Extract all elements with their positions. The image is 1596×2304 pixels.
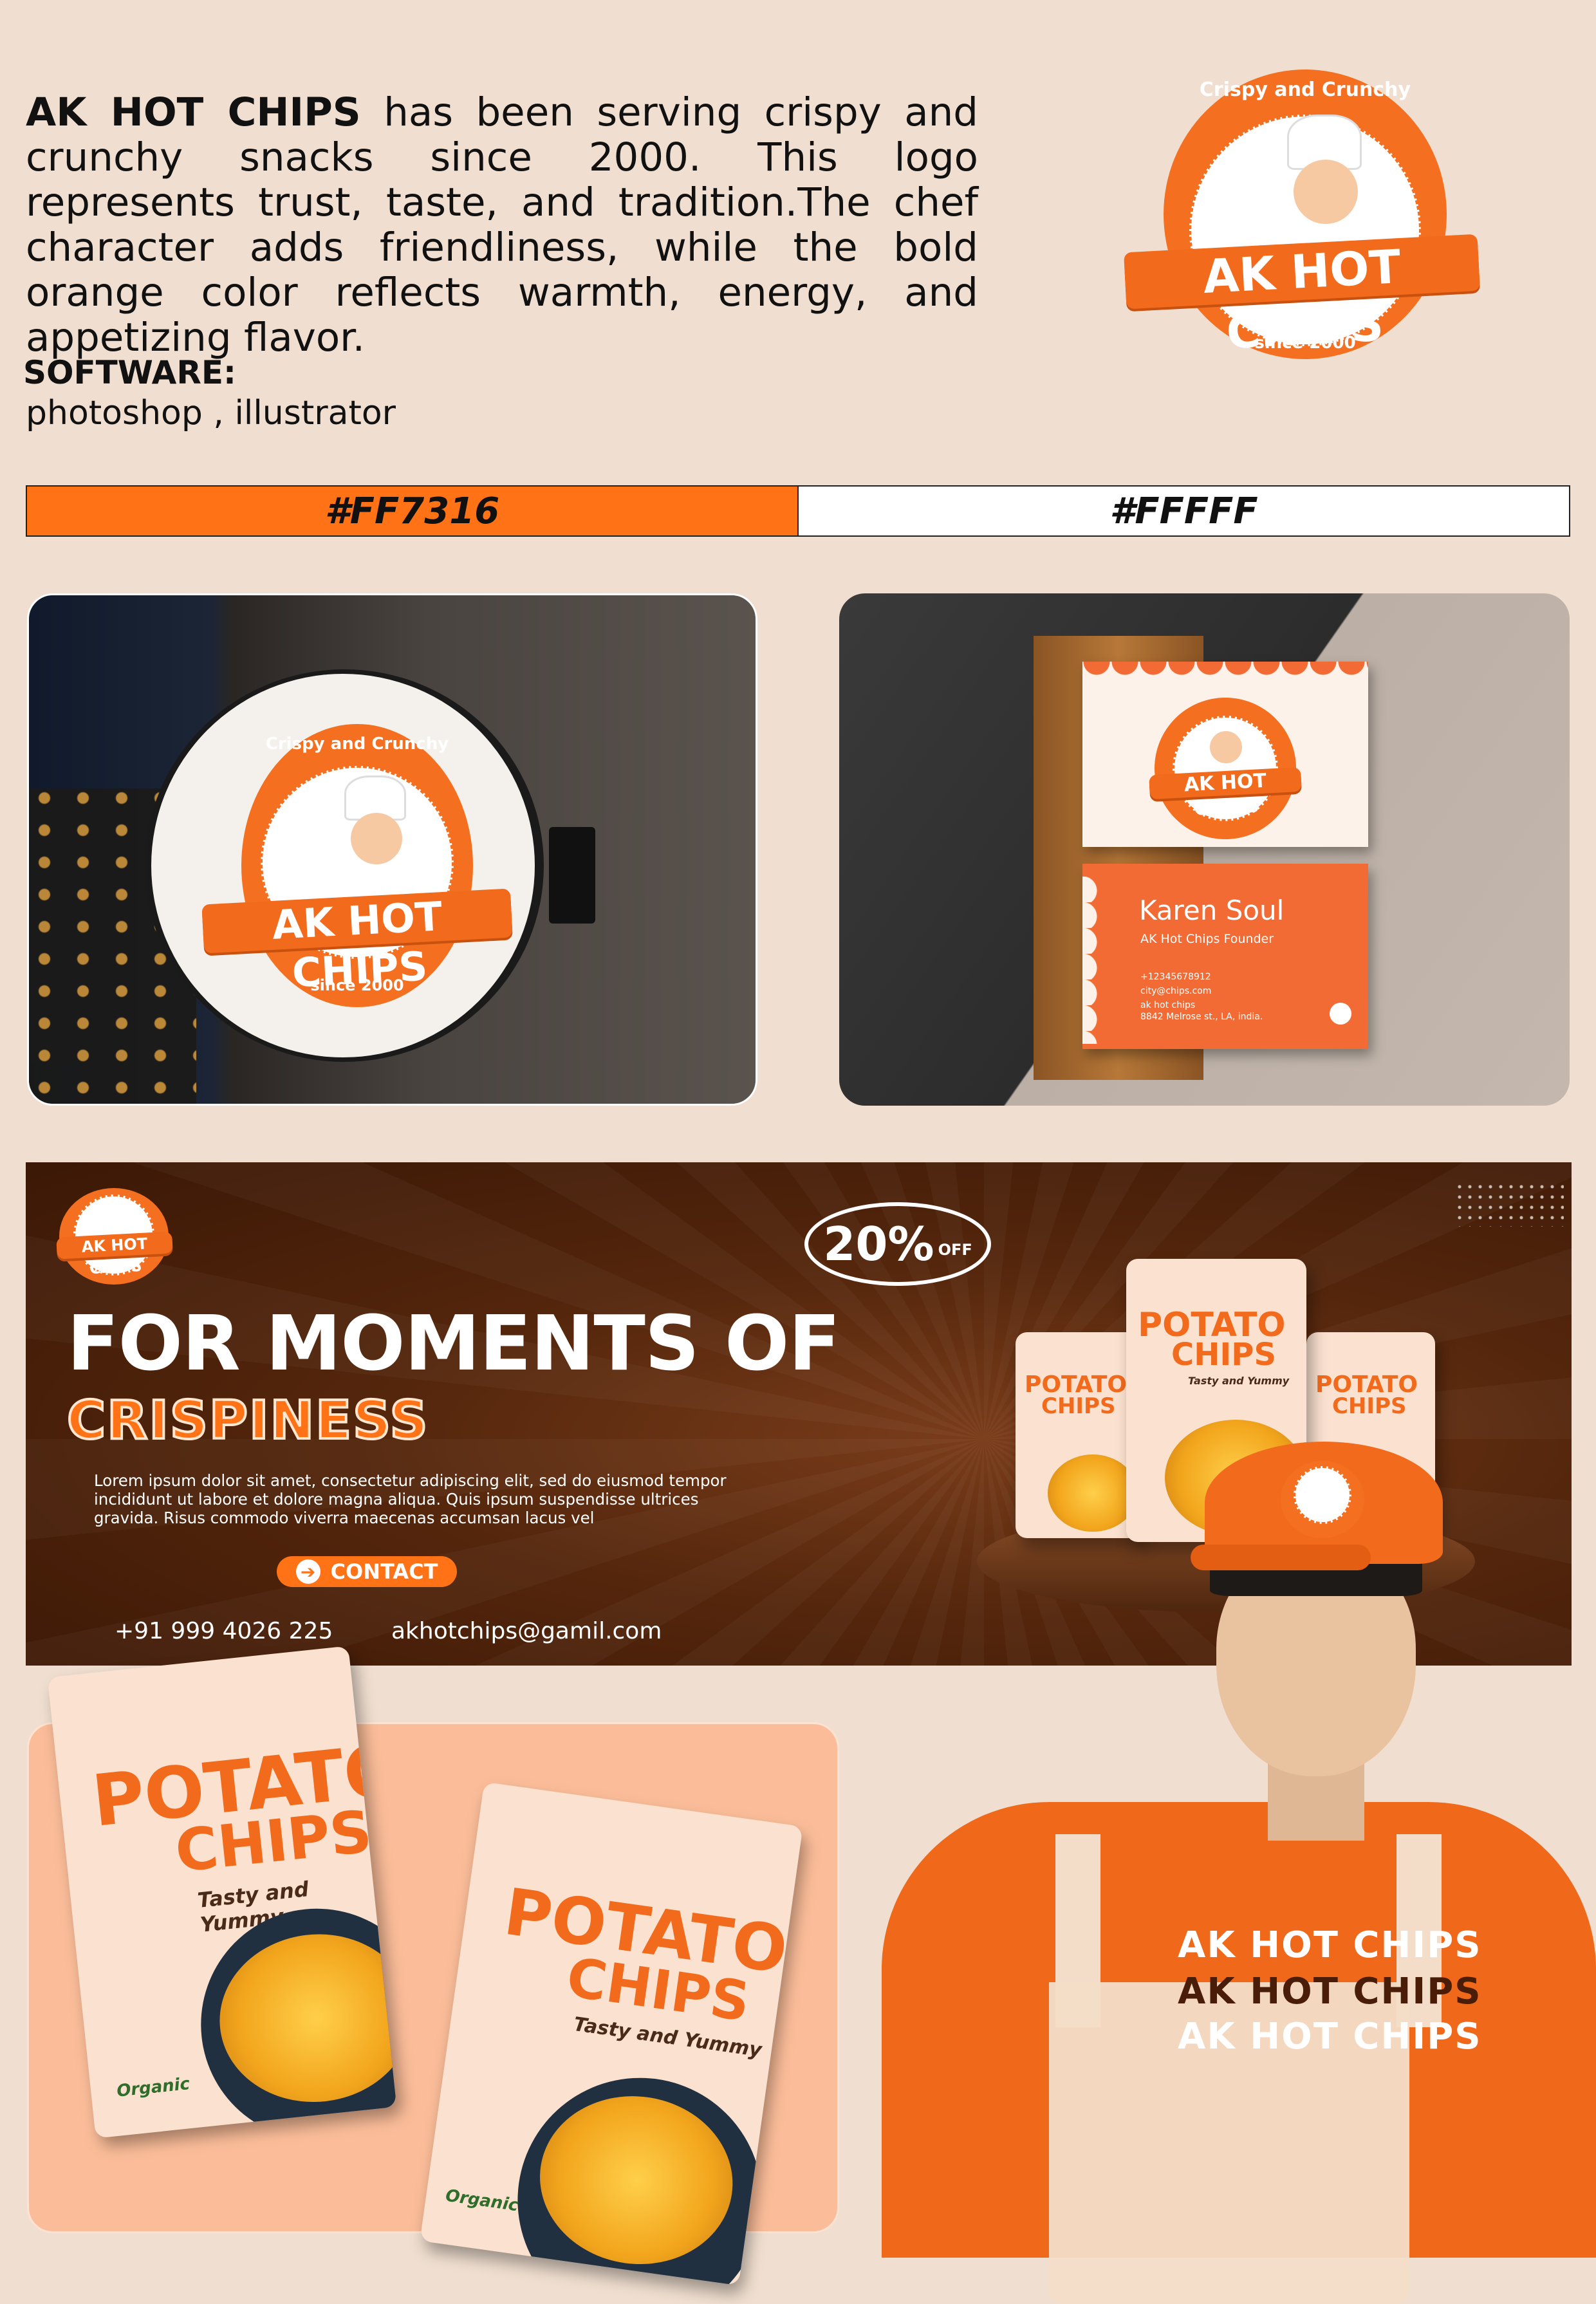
signboard-mockup: Crispy and Crunchy AK HOT CHIPS since 20… [27,593,757,1106]
bag-title-2: CHIPS [1041,1393,1116,1419]
bag-title: POTATO [1315,1371,1418,1398]
sign-since: since 2000 [310,976,404,994]
chef-icon [1210,731,1242,763]
bag-tagline: Tasty and Yummy [1188,1375,1290,1387]
business-card-back: Karen Soul AK Hot Chips Founder +1234567… [1082,864,1368,1049]
card-name: Karen Soul [1139,895,1285,926]
shirt-text-2: AK HOT CHIPS [1178,1971,1482,2012]
chef-icon [351,813,402,864]
discount-value: 20% [823,1217,934,1271]
software-value: photoshop , illustrator [26,394,396,432]
package-bag-2: POTATO CHIPS Tasty and Yummy Organic [420,1781,803,2286]
bag-title-2: CHIPS [172,1798,375,1886]
banner-body: Lorem ipsum dolor sit amet, consectetur … [94,1471,727,1527]
package-bag-1: POTATO CHIPS Tasty and Yummy Organic [47,1646,397,2139]
bag-title-2: CHIPS [1171,1337,1277,1373]
business-card-front: AK HOT CHIPS [1082,662,1368,847]
contact-button[interactable]: ➔ CONTACT [277,1556,457,1587]
discount-suffix: OFF [938,1241,972,1259]
banner-email: akhotchips@gamil.com [391,1618,662,1644]
contact-label: CONTACT [330,1559,438,1584]
intro-paragraph: AK HOT CHIPS has been serving crispy and… [26,90,978,360]
swatch-secondary: #FFFFF [797,487,1569,535]
software-title: SOFTWARE: [23,354,237,391]
card-role: AK Hot Chips Founder [1140,932,1274,946]
card-phone: +12345678912 [1140,972,1211,982]
discount-badge: 20% OFF [804,1202,991,1286]
card-company: ak hot chips [1140,1000,1196,1010]
arrow-right-icon: ➔ [295,1559,320,1584]
swatch-primary: #FF7316 [27,487,797,535]
shirt-text-1: AK HOT CHIPS [1178,1924,1482,1966]
chef-icon [1294,160,1358,224]
logo-arc-text: Crispy and Crunchy [1199,79,1411,101]
main-logo: Crispy and Crunchy AK HOT CHIPS since 20… [1124,70,1480,372]
uniform-mockup: AK HOT CHIPS AK HOT CHIPS AK HOT CHIPS [882,1416,1596,2304]
shirt-text-3: AK HOT CHIPS [1178,2016,1482,2058]
logo-since: since 2000 [1254,333,1356,353]
bag-title-2: CHIPS [1332,1393,1407,1419]
banner-headline: FOR MOMENTS OF [67,1299,840,1388]
bag-title: POTATO [1138,1306,1286,1344]
card-logo-icon [1330,1003,1351,1025]
dots-decoration [1454,1182,1564,1227]
color-palette: #FF7316 #FFFFF [26,485,1570,537]
card-email: city@chips.com [1140,986,1212,996]
organic-badge: Organic [115,2074,191,2101]
banner-phone: +91 999 4026 225 [115,1618,333,1644]
card-address: 8842 Melrose st., LA, india. [1140,1012,1263,1022]
sign-arc-text: Crispy and Crunchy [265,734,449,754]
organic-badge: Organic [444,2186,520,2216]
banner-subheadline: CRISPINESS [66,1389,429,1453]
bag-title: POTATO [1025,1371,1127,1398]
brand-name: AK HOT CHIPS [26,89,361,135]
